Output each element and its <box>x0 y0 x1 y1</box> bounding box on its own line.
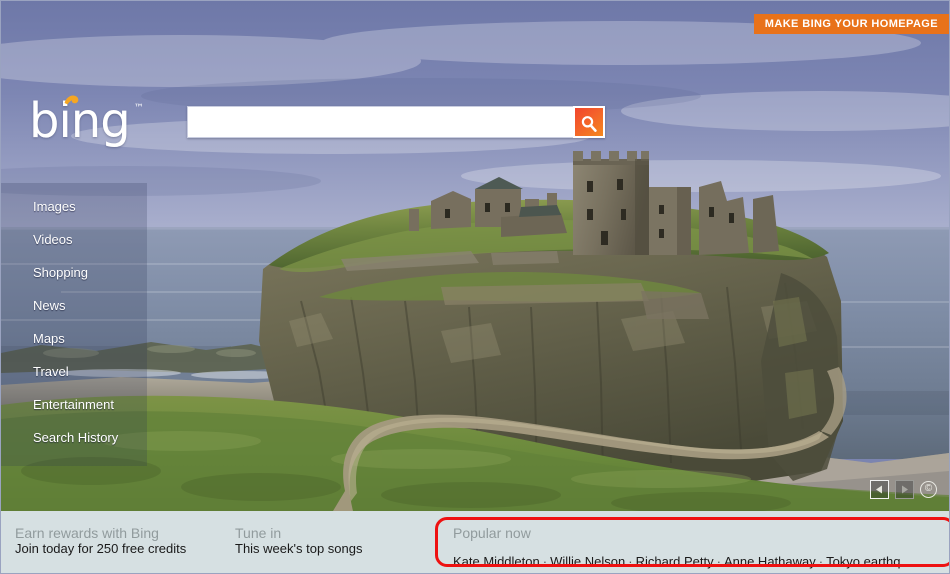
bing-logo-swoosh-icon <box>64 95 79 105</box>
copyright-info-icon[interactable]: © <box>920 481 937 498</box>
sidebar-item-maps[interactable]: Maps <box>1 322 147 355</box>
previous-arrow-icon <box>876 485 882 494</box>
sidebar-item-travel[interactable]: Travel <box>1 355 147 388</box>
search-icon <box>581 115 597 132</box>
hero-background-image[interactable]: MAKE BING YOUR HOMEPAGE bing ™ Images Vi… <box>1 1 949 511</box>
sidebar-item-news[interactable]: News <box>1 289 147 322</box>
rewards-title: Earn rewards with Bing <box>15 525 159 541</box>
tune-in-subtitle[interactable]: This week's top songs <box>235 541 363 557</box>
previous-image-button[interactable] <box>870 480 889 499</box>
search-button[interactable] <box>573 106 605 138</box>
bing-logo[interactable]: bing ™ <box>29 95 144 145</box>
info-cell-rewards[interactable]: Earn rewards with Bing Join today for 25… <box>15 525 186 557</box>
search-input[interactable] <box>187 106 573 138</box>
tune-in-title: Tune in <box>235 525 282 541</box>
info-cell-tune-in[interactable]: Tune in This week's top songs <box>235 525 363 557</box>
rewards-subtitle[interactable]: Join today for 250 free credits <box>15 541 186 557</box>
sidebar-item-videos[interactable]: Videos <box>1 223 147 256</box>
sidebar-item-images[interactable]: Images <box>1 190 147 223</box>
sidebar-item-entertainment[interactable]: Entertainment <box>1 388 147 421</box>
image-navigation-controls: © <box>870 480 937 499</box>
sidebar-item-shopping[interactable]: Shopping <box>1 256 147 289</box>
sidebar-nav: Images Videos Shopping News Maps Travel … <box>1 183 147 466</box>
next-arrow-icon <box>902 485 908 494</box>
trademark-symbol: ™ <box>133 103 144 114</box>
popular-now-highlight-box <box>435 517 949 567</box>
bing-homepage: MAKE BING YOUR HOMEPAGE bing ™ Images Vi… <box>0 0 950 574</box>
make-bing-homepage-button[interactable]: MAKE BING YOUR HOMEPAGE <box>753 14 949 34</box>
search-bar[interactable] <box>187 106 605 138</box>
next-image-button[interactable] <box>895 480 914 499</box>
bottom-info-bar: Earn rewards with Bing Join today for 25… <box>1 511 949 573</box>
sidebar-item-search-history[interactable]: Search History <box>1 421 147 454</box>
sidebar-nav-list: Images Videos Shopping News Maps Travel … <box>1 190 147 454</box>
